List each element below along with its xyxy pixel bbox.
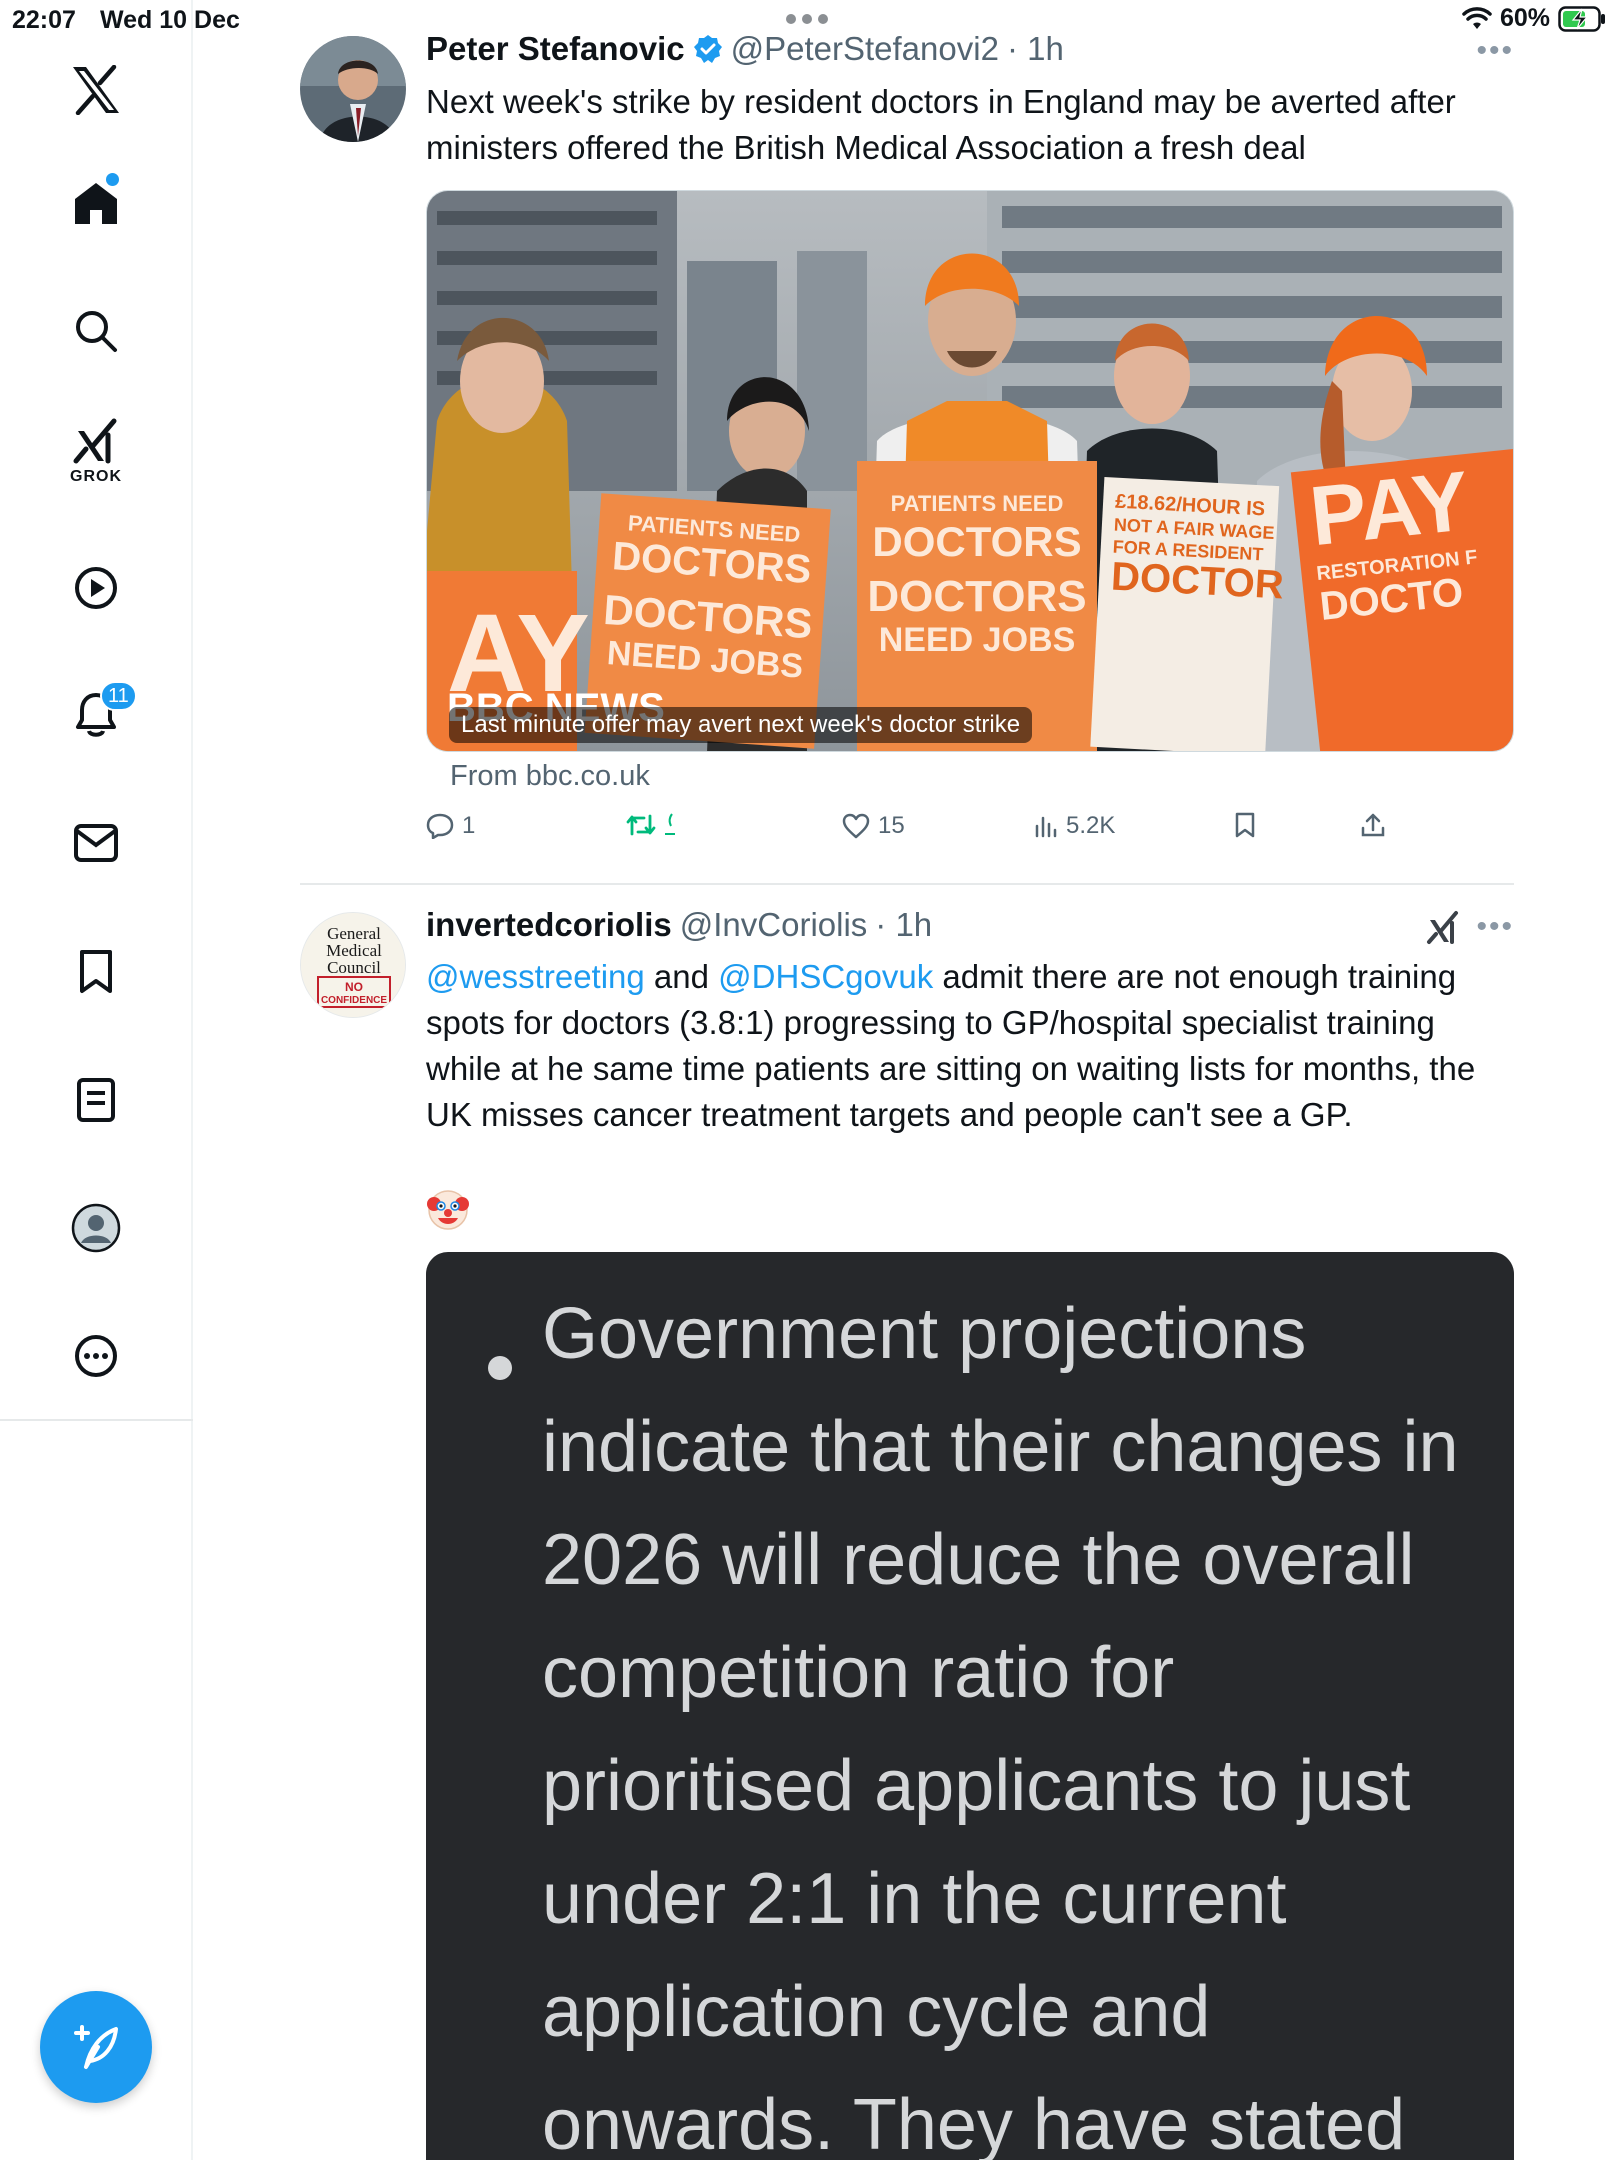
grok-label: GROK xyxy=(70,468,122,485)
sidebar-item-home[interactable] xyxy=(56,163,136,243)
bookmark-icon xyxy=(1235,812,1255,838)
tweet-actions: 1 15 5.2K xyxy=(426,812,1426,852)
search-icon xyxy=(76,311,117,352)
like-count: 15 xyxy=(878,812,905,839)
compose-post-button[interactable] xyxy=(40,1991,152,2103)
tweet-divider xyxy=(300,883,1514,885)
link-source[interactable]: From bbc.co.uk xyxy=(450,760,650,793)
avatar[interactable]: General Medical Council NO CONFIDENCE xyxy=(300,912,406,1018)
sign-text: NEED JOBS xyxy=(879,621,1076,659)
link-card-title[interactable]: Last minute offer may avert next week's … xyxy=(449,707,1033,743)
mention-link[interactable]: @wesstreeting xyxy=(426,958,645,995)
bookmark-button[interactable] xyxy=(1234,812,1256,838)
link-card-image[interactable]: PATIENTS NEED DOCTORS DOCTORS NEED JOBS … xyxy=(426,190,1514,752)
tweet-text: @wesstreeting and @DHSCgovuk admit there… xyxy=(426,958,1476,1133)
author-name[interactable]: invertedcoriolis xyxy=(426,906,672,944)
avatar[interactable] xyxy=(300,36,406,142)
sign-text: DOCTOR xyxy=(1110,555,1285,608)
bullet-point xyxy=(488,1356,512,1380)
post-time[interactable]: · 1h xyxy=(1007,30,1064,68)
view-count: 5.2K xyxy=(1066,812,1116,839)
sidebar-item-bookmarks[interactable] xyxy=(56,932,136,1012)
multitasking-dots-icon[interactable] xyxy=(786,14,828,24)
notification-badge: 11 xyxy=(100,681,137,711)
views-bar-chart-icon xyxy=(1035,816,1057,838)
screenshot-image[interactable]: Government projections indicate that the… xyxy=(426,1252,1514,2160)
wifi-icon xyxy=(1462,6,1492,29)
repost-button[interactable] xyxy=(626,812,676,838)
repost-count-animating xyxy=(665,813,675,835)
compose-feather-icon xyxy=(74,2025,118,2069)
reply-icon xyxy=(426,813,454,839)
tweet-header: Peter Stefanovic @PeterStefanovi2 · 1h xyxy=(426,30,1064,68)
more-options-icon[interactable]: ••• xyxy=(1476,910,1514,944)
battery-percent: 60% xyxy=(1499,4,1550,32)
mention-link[interactable]: @DHSCgovuk xyxy=(718,958,933,995)
tweet-header: invertedcoriolis @InvCoriolis · 1h xyxy=(426,906,932,944)
screenshot-text: Government projections indicate that the… xyxy=(542,1294,1459,2160)
author-name[interactable]: Peter Stefanovic xyxy=(426,30,685,68)
sidebar-divider xyxy=(0,1419,193,1421)
profile-icon xyxy=(71,1203,121,1253)
sign-text: DOCTORS xyxy=(872,518,1081,565)
x-logo-icon[interactable] xyxy=(56,50,136,130)
sidebar-item-more[interactable] xyxy=(56,1316,136,1396)
video-play-icon xyxy=(75,567,117,609)
sign-text: DOCTORS xyxy=(867,572,1086,621)
messages-envelope-icon xyxy=(74,824,118,862)
status-right: 60% xyxy=(1462,4,1606,33)
sidebar: GROK 11 xyxy=(0,0,193,2160)
sidebar-item-profile[interactable] xyxy=(56,1188,136,1268)
svg-text:NO: NO xyxy=(345,980,363,994)
sidebar-item-grok[interactable]: GROK xyxy=(56,412,136,492)
grok-explain-icon[interactable] xyxy=(1426,910,1460,946)
reply-count: 1 xyxy=(462,812,476,839)
protest-photo: PATIENTS NEED DOCTORS DOCTORS NEED JOBS … xyxy=(427,191,1513,751)
sign-text: PAY xyxy=(1306,453,1474,563)
more-options-icon[interactable]: ••• xyxy=(1476,34,1514,68)
views-button[interactable]: 5.2K xyxy=(1034,812,1115,840)
svg-text:Council: Council xyxy=(327,958,381,977)
bookmarks-icon xyxy=(80,950,112,993)
sidebar-item-notifications[interactable]: 11 xyxy=(56,675,137,755)
sidebar-item-messages[interactable] xyxy=(56,803,136,883)
repost-icon xyxy=(626,814,656,836)
home-unread-dot xyxy=(106,173,119,186)
heart-icon xyxy=(842,813,870,839)
sidebar-item-video[interactable] xyxy=(56,548,136,628)
sidebar-item-lists[interactable] xyxy=(56,1060,136,1140)
battery-charging-icon xyxy=(1558,5,1605,32)
home-icon xyxy=(75,183,117,224)
reply-button[interactable]: 1 xyxy=(426,812,475,840)
verified-badge-icon xyxy=(693,35,722,63)
more-options-icon xyxy=(75,1335,117,1377)
tweet-text: Next week's strike by resident doctors i… xyxy=(426,83,1456,166)
svg-text:CONFIDENCE: CONFIDENCE xyxy=(321,995,387,1006)
sidebar-item-search[interactable] xyxy=(56,291,136,371)
share-button[interactable] xyxy=(1360,812,1386,838)
post-time[interactable]: · 1h xyxy=(875,906,932,944)
lists-icon xyxy=(77,1078,115,1122)
author-handle[interactable]: @PeterStefanovi2 xyxy=(731,30,999,68)
grok-icon xyxy=(73,418,117,464)
clown-face-emoji-icon xyxy=(427,1190,469,1230)
share-icon xyxy=(1361,813,1385,837)
sign-text: PATIENTS NEED xyxy=(891,491,1064,516)
like-button[interactable]: 15 xyxy=(842,812,905,840)
author-handle[interactable]: @InvCoriolis xyxy=(680,906,868,944)
